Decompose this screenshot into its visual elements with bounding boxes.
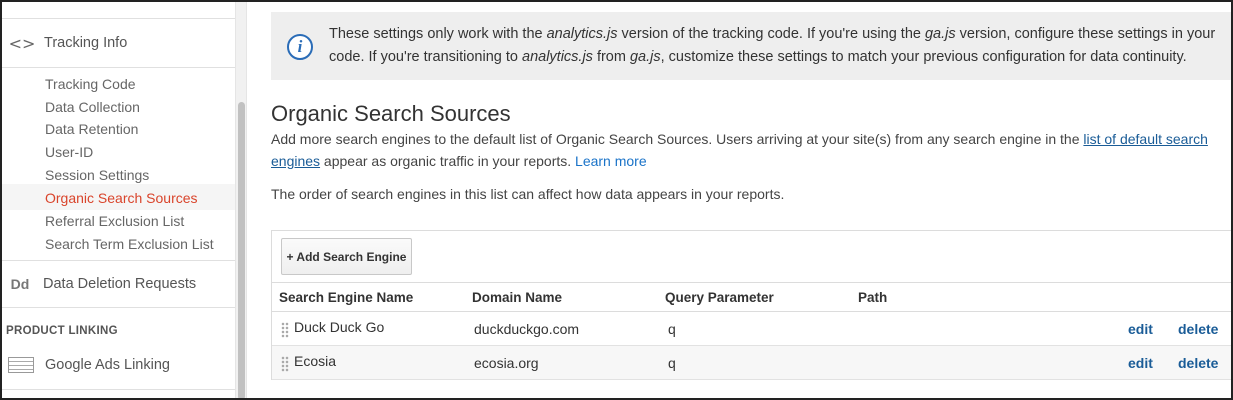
page-description: Add more search engines to the default l… xyxy=(271,131,1208,169)
column-header-domain: Domain Name xyxy=(472,290,563,305)
add-search-engine-button[interactable]: + Add Search Engine xyxy=(281,238,412,275)
section-heading-product-linking: PRODUCT LINKING xyxy=(6,325,118,337)
sidebar-section-label: Tracking Info xyxy=(44,35,128,51)
sidebar-item-tracking-code[interactable]: Tracking Code xyxy=(45,74,136,94)
info-notice-text: These settings only work with the analyt… xyxy=(329,26,1216,65)
cell-domain: ecosia.org xyxy=(474,355,539,371)
data-deletion-icon: Dd xyxy=(10,275,30,292)
code-brackets-icon: <> xyxy=(8,33,36,53)
ads-linking-icon xyxy=(8,357,34,373)
sidebar-item-referral-exclusion-list[interactable]: Referral Exclusion List xyxy=(45,211,184,231)
delete-link[interactable]: delete xyxy=(1178,355,1218,371)
edit-link[interactable]: edit xyxy=(1128,355,1153,371)
cell-engine-name: Ecosia xyxy=(294,353,337,369)
cell-domain: duckduckgo.com xyxy=(474,321,580,337)
sidebar-divider xyxy=(2,389,235,390)
info-icon: i xyxy=(287,34,313,60)
scrollbar-thumb[interactable] xyxy=(238,102,245,400)
sidebar-item-data-deletion-requests[interactable]: Dd Data Deletion Requests xyxy=(2,261,235,306)
delete-link[interactable]: delete xyxy=(1178,321,1218,337)
sidebar-item-data-retention[interactable]: Data Retention xyxy=(45,119,138,139)
sidebar: <> Tracking Info Tracking Code Data Coll… xyxy=(0,0,235,400)
column-header-name: Search Engine Name xyxy=(279,290,414,305)
column-header-query: Query Parameter xyxy=(665,290,774,305)
sidebar-item-search-term-exclusion-list[interactable]: Search Term Exclusion List xyxy=(45,234,214,254)
sidebar-item-label: Data Deletion Requests xyxy=(43,275,197,292)
drag-handle-icon[interactable] xyxy=(281,322,289,338)
column-header-path: Path xyxy=(858,290,888,305)
sidebar-item-data-collection[interactable]: Data Collection xyxy=(45,97,140,117)
page-title: Organic Search Sources xyxy=(271,101,511,126)
sidebar-item-organic-search-sources[interactable]: Organic Search Sources xyxy=(45,188,198,208)
cell-engine-name: Duck Duck Go xyxy=(294,319,385,335)
sidebar-scrollbar[interactable] xyxy=(235,0,247,400)
search-engines-table: + Add Search Engine Search Engine Name D… xyxy=(271,230,1231,380)
drag-handle-icon[interactable] xyxy=(281,356,289,372)
sidebar-section-tracking-info[interactable]: <> Tracking Info xyxy=(2,18,235,68)
table-row: Duck Duck Go duckduckgo.com q edit delet… xyxy=(272,312,1231,346)
sidebar-item-session-settings[interactable]: Session Settings xyxy=(45,165,149,185)
info-notice: i These settings only work with the anal… xyxy=(271,12,1231,80)
sidebar-item-label: Google Ads Linking xyxy=(45,357,170,373)
cell-query: q xyxy=(668,355,676,371)
table-row: Ecosia ecosia.org q edit delete xyxy=(272,346,1231,380)
table-header: Search Engine Name Domain Name Query Par… xyxy=(272,283,1231,312)
sidebar-item-user-id[interactable]: User-ID xyxy=(45,142,93,162)
table-toolbar: + Add Search Engine xyxy=(272,231,1231,283)
sidebar-divider xyxy=(2,307,235,308)
cell-query: q xyxy=(668,321,676,337)
edit-link[interactable]: edit xyxy=(1128,321,1153,337)
sidebar-item-google-ads-linking[interactable]: Google Ads Linking xyxy=(2,353,235,377)
order-note: The order of search engines in this list… xyxy=(271,186,785,202)
learn-more-link[interactable]: Learn more xyxy=(575,153,647,169)
